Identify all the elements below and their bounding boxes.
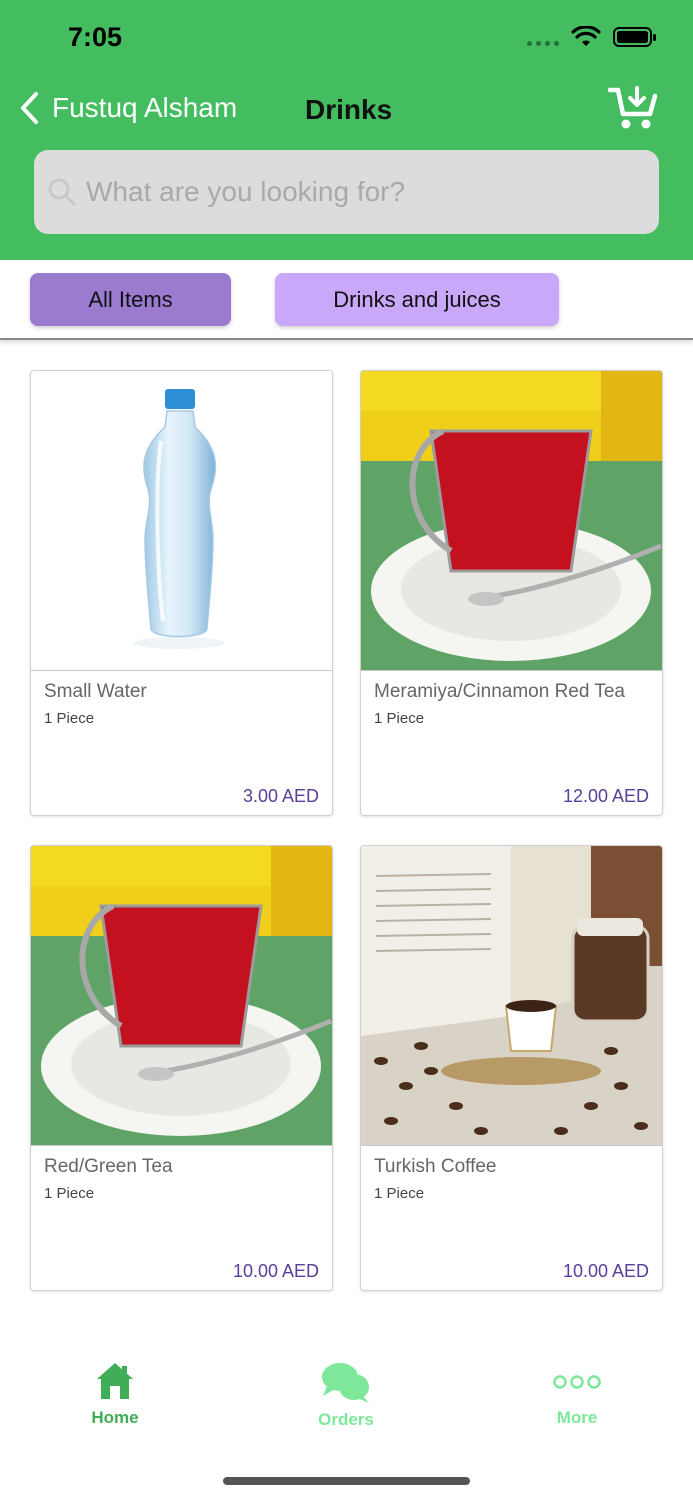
chevron-left-icon bbox=[21, 92, 38, 124]
tab-label: Home bbox=[91, 1408, 139, 1427]
product-name: Small Water bbox=[44, 681, 147, 702]
product-price: 10.00 AED bbox=[562, 1261, 649, 1281]
product-name: Turkish Coffee bbox=[374, 1156, 497, 1177]
back-label: Fustuq Alsham bbox=[52, 92, 238, 123]
signal-icon bbox=[527, 40, 559, 46]
home-indicator bbox=[223, 1477, 470, 1485]
water-bottle-image bbox=[31, 371, 332, 671]
product-price: 10.00 AED bbox=[232, 1261, 319, 1281]
chat-bubbles-icon bbox=[322, 1363, 369, 1403]
product-card[interactable]: Meramiya/Cinnamon Red Tea 1 Piece 12.00 … bbox=[360, 370, 663, 816]
wifi-icon bbox=[571, 26, 601, 46]
product-card[interactable]: Small Water 1 Piece 3.00 AED bbox=[30, 370, 333, 816]
tab-more[interactable]: More bbox=[507, 1360, 647, 1428]
product-price: 3.00 AED bbox=[242, 786, 319, 806]
search-icon bbox=[48, 178, 76, 206]
tab-bar: Home Orders More bbox=[0, 1360, 693, 1450]
back-button[interactable]: Fustuq Alsham bbox=[18, 90, 237, 126]
tab-label: Orders bbox=[318, 1410, 374, 1429]
status-icons bbox=[527, 26, 657, 48]
app-header: 7:05 Fustuq Alsham Drinks bbox=[0, 0, 693, 260]
more-dots-icon bbox=[553, 1375, 601, 1389]
red-tea-image bbox=[31, 846, 332, 1146]
tab-home[interactable]: Home bbox=[45, 1360, 185, 1428]
category-chip-all-items[interactable]: All Items bbox=[30, 273, 231, 326]
cart-button[interactable] bbox=[607, 84, 658, 132]
product-name: Red/Green Tea bbox=[44, 1156, 173, 1177]
cart-icon bbox=[607, 86, 658, 129]
product-price: 12.00 AED bbox=[562, 786, 649, 806]
product-unit: 1 Piece bbox=[374, 1185, 425, 1202]
product-card[interactable]: Red/Green Tea 1 Piece 10.00 AED bbox=[30, 845, 333, 1291]
battery-icon bbox=[613, 27, 656, 47]
status-time: 7:05 bbox=[68, 22, 123, 52]
page-title: Drinks bbox=[305, 94, 393, 125]
category-bar: All Items Drinks and juices bbox=[0, 260, 693, 340]
search-bar[interactable] bbox=[34, 150, 659, 234]
product-card[interactable]: Turkish Coffee 1 Piece 10.00 AED bbox=[360, 845, 663, 1291]
red-tea-image bbox=[361, 371, 662, 671]
search-input[interactable] bbox=[86, 176, 606, 208]
tab-orders[interactable]: Orders bbox=[276, 1360, 416, 1430]
product-unit: 1 Piece bbox=[44, 1185, 95, 1202]
tab-label: More bbox=[556, 1408, 598, 1427]
turkish-coffee-image bbox=[361, 846, 662, 1146]
category-chip-drinks-and-juices[interactable]: Drinks and juices bbox=[275, 273, 559, 326]
product-unit: 1 Piece bbox=[374, 710, 425, 727]
product-unit: 1 Piece bbox=[44, 710, 95, 727]
product-name: Meramiya/Cinnamon Red Tea bbox=[374, 681, 625, 702]
home-icon bbox=[97, 1363, 133, 1399]
